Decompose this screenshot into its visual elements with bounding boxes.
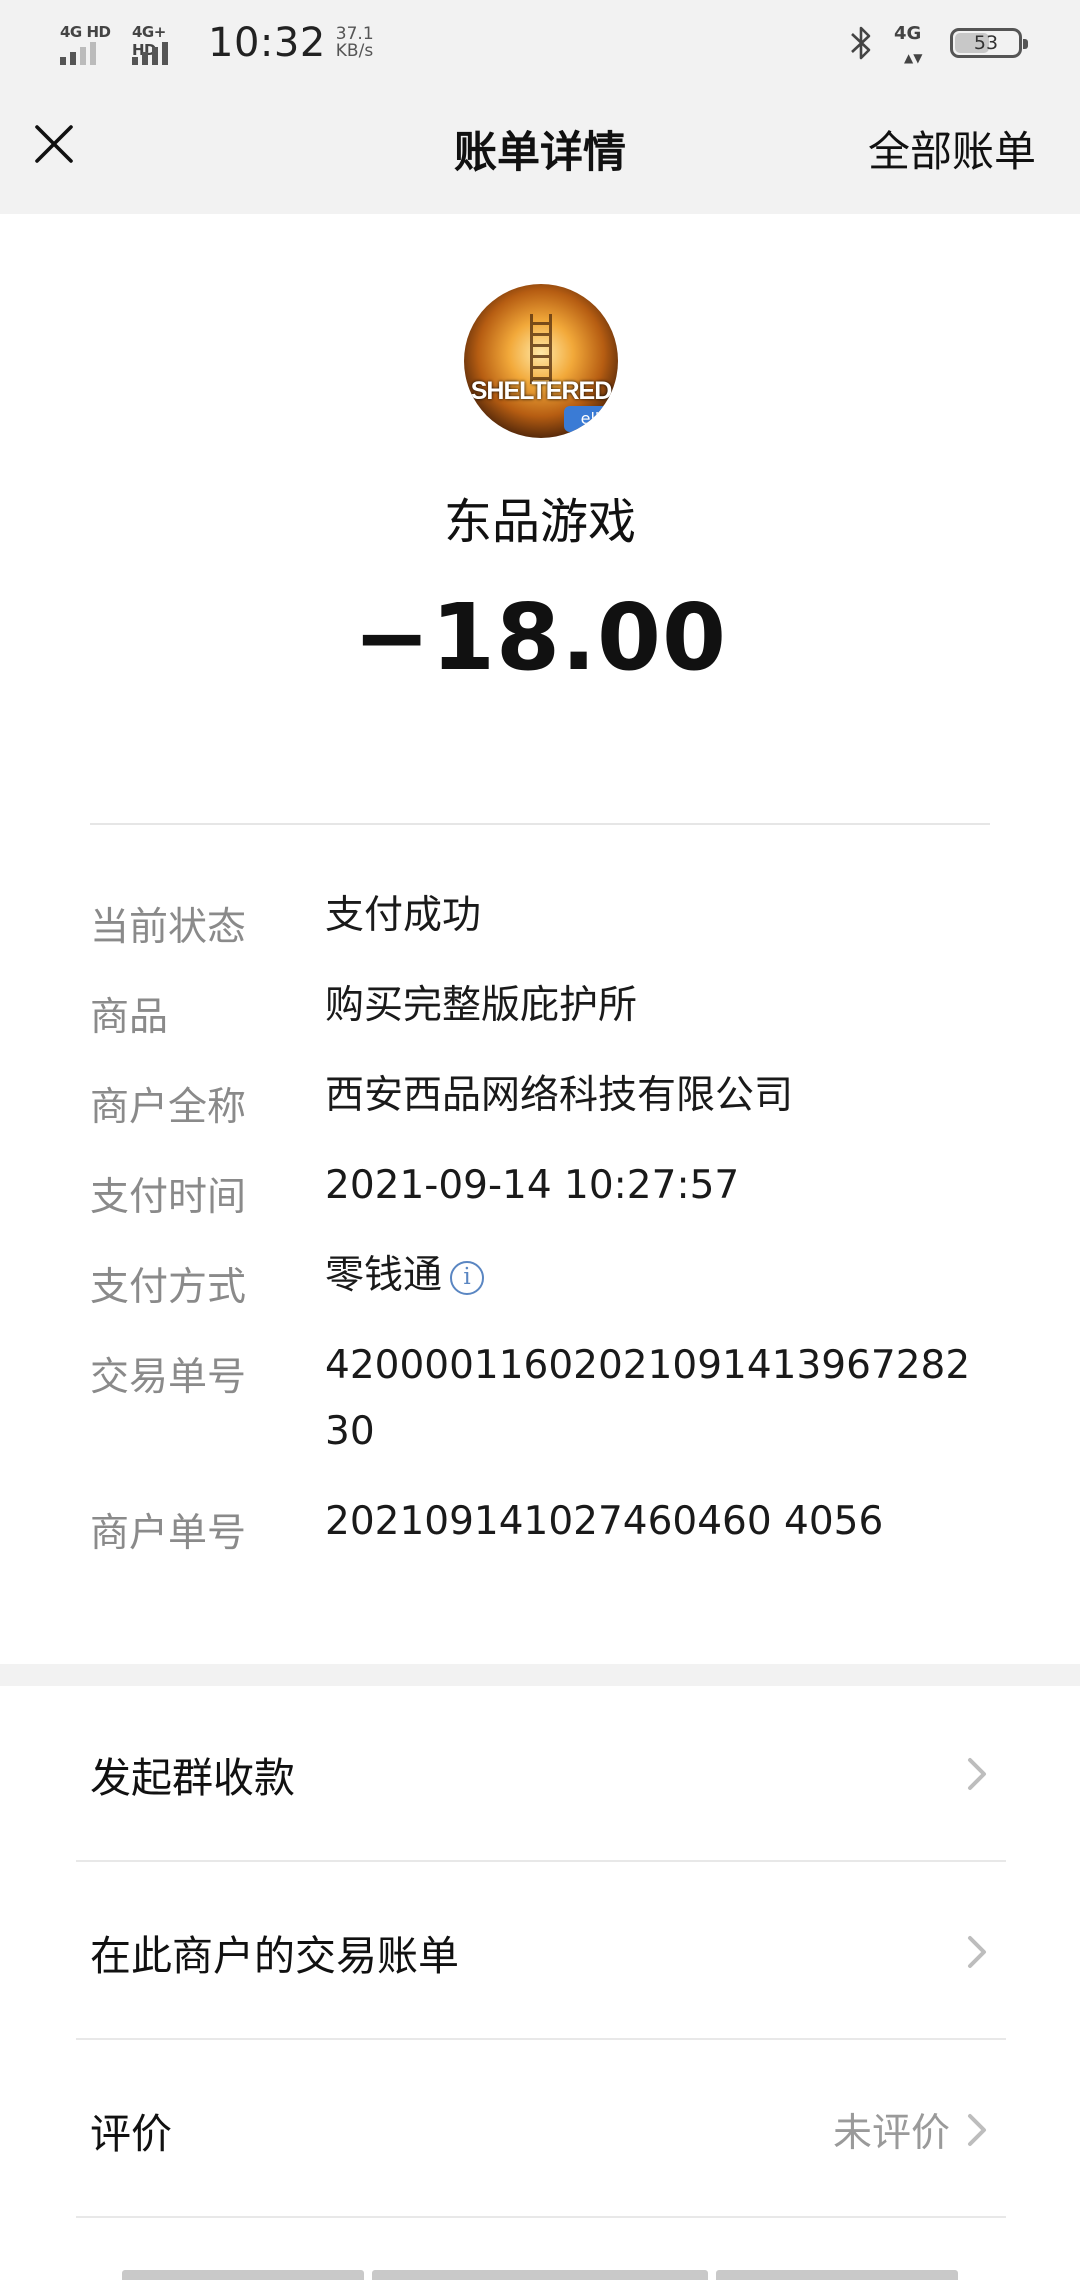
detail-key: 当前状态 <box>90 905 247 950</box>
detail-key: 交易单号 <box>90 1355 247 1400</box>
detail-key: 商户全称 <box>90 1085 247 1130</box>
cellular-label: 4G <box>894 23 922 44</box>
detail-key: 商户单号 <box>90 1511 247 1556</box>
detail-value: 2021-09-14 10:27:57 <box>325 1163 740 1208</box>
signal-icon: 4G ▲▼ <box>894 23 923 65</box>
chevron-right-icon <box>968 1936 986 1968</box>
merchant-name: 东品游戏 <box>443 494 636 550</box>
network-speed-unit: KB/s <box>335 41 374 61</box>
avatar-badge: ell <box>564 406 616 432</box>
avatar-logo-text: SHELTERED <box>470 377 613 405</box>
detail-key: 商品 <box>90 995 169 1040</box>
divider <box>90 823 990 825</box>
chevron-right-icon <box>968 2114 986 2146</box>
rating-label: 评价 <box>90 2110 172 2158</box>
detail-key: 支付时间 <box>90 1175 247 1220</box>
bluetooth-icon <box>851 26 871 60</box>
merchant-bills-label: 在此商户的交易账单 <box>90 1932 459 1980</box>
detail-value: 西安西品网络科技有限公司 <box>325 1073 794 1118</box>
detail-key: 支付方式 <box>90 1265 247 1310</box>
all-bills-link[interactable]: 全部账单 <box>868 118 1036 179</box>
row-divider <box>76 1860 1006 1862</box>
ladder-icon <box>530 314 552 384</box>
sim1-signal-icon: 4G HD <box>58 21 116 65</box>
detail-value: 购买完整版庇护所 <box>325 983 638 1028</box>
group-collect-label: 发起群收款 <box>90 1754 295 1802</box>
chevron-right-icon <box>968 1758 986 1790</box>
rating-status: 未评价 <box>832 2111 950 2156</box>
merchant-bills-row[interactable]: 在此商户的交易账单 <box>76 1864 1006 2040</box>
battery-level: 53 <box>973 32 999 54</box>
status-time: 10:32 <box>208 20 326 66</box>
status-bar: 4G HD 4G+ HD 10:32 37.1 KB/s 4G ▲▼ 53 <box>0 0 1080 86</box>
info-icon[interactable]: i <box>450 1260 485 1295</box>
merchant-avatar: SHELTERED ell <box>464 284 618 438</box>
pay-method-value: 零钱通 <box>325 1253 443 1298</box>
network-speed: 37.1 KB/s <box>336 26 394 60</box>
row-divider <box>76 2216 1006 2218</box>
battery-icon: 53 <box>950 28 1028 58</box>
group-collect-row[interactable]: 发起群收款 <box>76 1686 1006 1862</box>
detail-value: 202109141027460460 4056 <box>325 1499 884 1544</box>
sim2-signal-icon: 4G+ HD <box>130 21 188 65</box>
payment-amount: −18.00 <box>352 584 728 691</box>
nav-bar: 账单详情 全部账单 <box>0 86 1080 214</box>
detail-value: 支付成功 <box>325 893 482 938</box>
detail-value: 42000011602021091413967282 30 <box>325 1343 971 1454</box>
sim1-network-label: 4G HD <box>60 23 111 41</box>
rating-row[interactable]: 评价 未评价 <box>76 2042 1006 2218</box>
row-divider <box>76 2038 1006 2040</box>
section-separator <box>0 1664 1080 1686</box>
bottom-bar-edge <box>0 2268 1080 2280</box>
detail-value-wrap: 零钱通 i <box>325 1243 995 1309</box>
